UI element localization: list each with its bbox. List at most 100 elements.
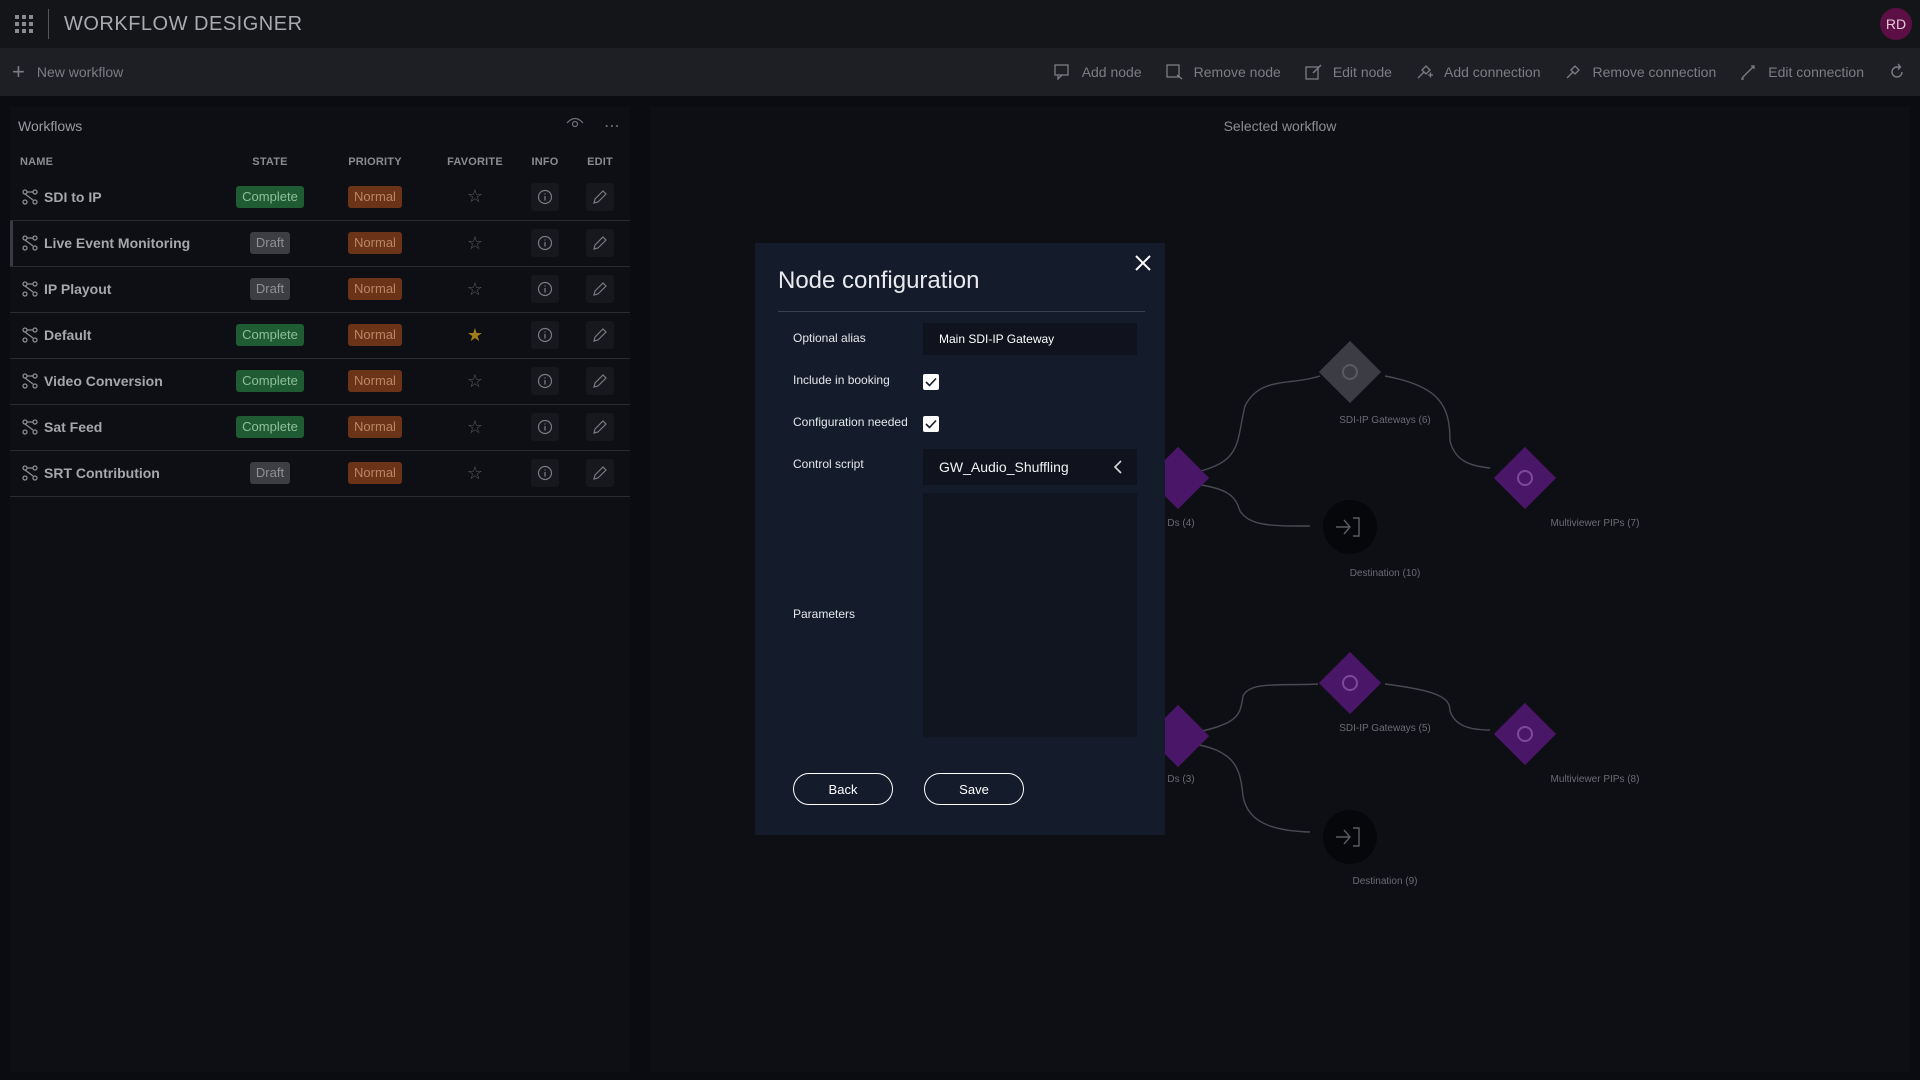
refresh-icon[interactable] (1888, 63, 1906, 81)
edit-button[interactable] (586, 275, 614, 303)
edit-cell (570, 266, 630, 313)
info-button[interactable] (531, 321, 559, 349)
column-header-favorite[interactable]: FAVORITE (430, 150, 520, 174)
state-cell: Draft (220, 266, 320, 313)
table-row[interactable]: SRT Contribution Draft Normal ☆ (10, 450, 630, 497)
edit-connection-button[interactable]: Edit connection (1740, 64, 1864, 80)
node-label: SDI-IP Gateways (6) (1339, 415, 1431, 426)
connection-edge[interactable] (1174, 375, 1321, 477)
state-badge: Complete (236, 370, 304, 392)
multiviewer-node[interactable] (1493, 446, 1557, 510)
table-row[interactable]: Sat Feed Complete Normal ☆ (10, 404, 630, 451)
state-badge: Draft (249, 462, 291, 484)
edit-button[interactable] (586, 459, 614, 487)
info-button[interactable] (531, 367, 559, 395)
info-button[interactable] (531, 229, 559, 257)
destination-node[interactable] (1323, 810, 1377, 864)
parameters-area[interactable] (923, 493, 1137, 737)
info-icon (537, 189, 553, 204)
edit-button[interactable] (586, 229, 614, 257)
info-button[interactable] (531, 459, 559, 487)
close-icon[interactable] (1131, 251, 1155, 275)
control-script-select[interactable]: GW_Audio_Shuffling (923, 449, 1137, 485)
workflow-name: SDI to IP (44, 188, 102, 205)
state-cell: Complete (220, 174, 320, 221)
column-header-state[interactable]: STATE (220, 150, 320, 174)
add-connection-button[interactable]: Add connection (1416, 64, 1541, 80)
priority-cell: Normal (320, 266, 430, 313)
state-cell: Draft (220, 220, 320, 267)
dialog-title: Node configuration (778, 267, 980, 294)
multiviewer-node[interactable] (1493, 702, 1557, 766)
destination-node[interactable] (1323, 500, 1377, 554)
workflow-name: Sat Feed (44, 419, 103, 435)
workflow-name-cell[interactable]: IP Playout (10, 266, 220, 313)
star-icon[interactable]: ☆ (467, 417, 483, 437)
star-icon[interactable]: ☆ (467, 279, 483, 299)
workflow-name-cell[interactable]: SRT Contribution (10, 450, 220, 497)
star-icon[interactable]: ☆ (467, 371, 483, 391)
edit-node-button[interactable]: Edit node (1305, 64, 1392, 80)
column-header-edit[interactable]: EDIT (570, 150, 630, 174)
add-node-label: Add node (1081, 64, 1142, 80)
add-node-icon (1054, 64, 1069, 80)
info-button[interactable] (531, 275, 559, 303)
alias-input[interactable] (923, 323, 1137, 355)
star-icon[interactable]: ☆ (467, 463, 483, 483)
remove-node-button[interactable]: Remove node (1165, 64, 1281, 80)
table-row[interactable]: Live Event Monitoring Draft Normal ☆ (10, 220, 630, 267)
include-booking-checkbox[interactable] (923, 374, 939, 390)
star-icon[interactable]: ☆ (467, 233, 483, 253)
edit-cell (570, 358, 630, 405)
workflow-name: Video Conversion (44, 373, 163, 389)
gateway-node[interactable] (1318, 651, 1382, 715)
workflow-name-cell[interactable]: Sat Feed (10, 404, 220, 451)
user-avatar[interactable]: RD (1880, 8, 1912, 40)
priority-badge: Normal (348, 324, 402, 346)
column-header-name[interactable]: NAME (10, 150, 220, 174)
workflow-name-cell[interactable]: SDI to IP (10, 174, 220, 221)
star-icon[interactable]: ★ (467, 325, 483, 345)
table-row[interactable]: IP Playout Draft Normal ☆ (10, 266, 630, 313)
info-icon (537, 281, 553, 297)
connection-edge[interactable] (1174, 741, 1311, 833)
include-booking-label: Include in booking (793, 373, 890, 387)
workflow-icon (22, 281, 38, 297)
edit-button[interactable] (586, 367, 614, 395)
new-workflow-button[interactable]: + New workflow (12, 61, 123, 83)
info-button[interactable] (531, 182, 559, 211)
more-options-icon[interactable]: ⋯ (604, 116, 620, 136)
new-workflow-label: New workflow (36, 64, 124, 80)
remove-connection-button[interactable]: Remove connection (1565, 64, 1717, 80)
star-icon[interactable]: ☆ (467, 186, 483, 206)
edit-cell (570, 174, 630, 221)
table-row[interactable]: Video Conversion Complete Normal ☆ (10, 358, 630, 405)
workflow-name-cell[interactable]: Default (10, 312, 220, 359)
node-label: Ds (4) (1167, 518, 1195, 529)
save-button[interactable]: Save (924, 773, 1024, 805)
priority-badge: Normal (348, 416, 402, 438)
remove-connection-label: Remove connection (1592, 64, 1717, 80)
priority-badge: Normal (348, 462, 402, 484)
edit-button[interactable] (586, 413, 614, 441)
table-row[interactable]: Default Complete Normal ★ (10, 312, 630, 359)
table-row[interactable]: SDI to IP Complete Normal ☆ (10, 174, 630, 221)
configuration-needed-checkbox[interactable] (923, 416, 939, 432)
gateway-node[interactable] (1318, 340, 1382, 404)
add-node-button[interactable]: Add node (1054, 64, 1142, 80)
priority-cell: Normal (320, 358, 430, 405)
eye-icon[interactable] (566, 116, 584, 130)
edit-button[interactable] (586, 182, 614, 211)
checkmark-icon (925, 419, 937, 429)
back-button[interactable]: Back (793, 773, 893, 805)
workflow-name-cell[interactable]: Video Conversion (10, 358, 220, 405)
info-cell (520, 312, 570, 359)
app-launcher-icon[interactable] (0, 0, 48, 48)
workflow-name-cell[interactable]: Live Event Monitoring (10, 220, 220, 267)
edit-button[interactable] (586, 321, 614, 349)
info-button[interactable] (531, 413, 559, 441)
pencil-icon (593, 282, 607, 296)
column-header-info[interactable]: INFO (520, 150, 570, 174)
column-header-priority[interactable]: PRIORITY (320, 150, 430, 174)
state-cell: Complete (220, 358, 320, 405)
